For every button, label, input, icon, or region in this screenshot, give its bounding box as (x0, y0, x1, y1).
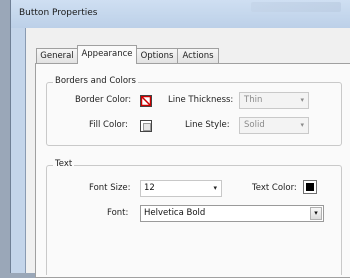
chevron-down-icon: ▾ (300, 121, 304, 129)
font-label: Font: (107, 208, 129, 218)
border-color-label: Border Color: (75, 95, 132, 105)
chevron-down-icon: ▾ (213, 184, 217, 192)
font-value: Helvetica Bold (144, 208, 206, 218)
borders-colors-group: Borders and Colors Border Color: Line Th… (46, 76, 342, 146)
font-size-label: Font Size: (89, 183, 131, 193)
text-group: Text Font Size: 12 ▾ Text Color: Font: H… (46, 159, 342, 275)
fill-color-label: Fill Color: (89, 120, 128, 130)
line-style-label: Line Style: (185, 120, 230, 130)
font-size-value: 12 (144, 183, 155, 193)
font-select[interactable]: Helvetica Bold ▾ (140, 205, 324, 222)
text-color-fill (306, 183, 314, 191)
properties-window: Button Properties General Appearance Opt… (10, 0, 350, 278)
borders-colors-title: Borders and Colors (53, 76, 138, 86)
text-color-swatch[interactable] (303, 180, 317, 194)
tab-general[interactable]: General (36, 48, 78, 63)
fill-color-icon (143, 123, 151, 131)
window-title: Button Properties (19, 8, 98, 18)
line-thickness-label: Line Thickness: (168, 95, 234, 105)
title-bar[interactable]: Button Properties (11, 0, 350, 28)
line-style-value: Solid (244, 120, 265, 130)
fill-color-swatch[interactable] (140, 120, 152, 132)
font-size-select[interactable]: 12 ▾ (140, 180, 222, 197)
tab-options[interactable]: Options (136, 48, 178, 63)
border-color-icon (141, 96, 151, 106)
tab-appearance[interactable]: Appearance (77, 45, 137, 64)
chevron-down-icon: ▾ (310, 207, 322, 220)
line-thickness-select[interactable]: Thin ▾ (239, 92, 309, 109)
border-color-swatch[interactable] (140, 95, 152, 107)
text-color-label: Text Color: (252, 183, 297, 193)
dialog-content: General Appearance Options Actions Borde… (25, 28, 350, 278)
line-style-select[interactable]: Solid ▾ (239, 117, 309, 134)
tab-actions[interactable]: Actions (177, 48, 219, 63)
line-thickness-value: Thin (244, 95, 263, 105)
blurred-window-controls (251, 2, 341, 12)
appearance-panel: Borders and Colors Border Color: Line Th… (35, 63, 350, 278)
chevron-down-icon: ▾ (300, 96, 304, 104)
text-group-title: Text (53, 159, 75, 169)
